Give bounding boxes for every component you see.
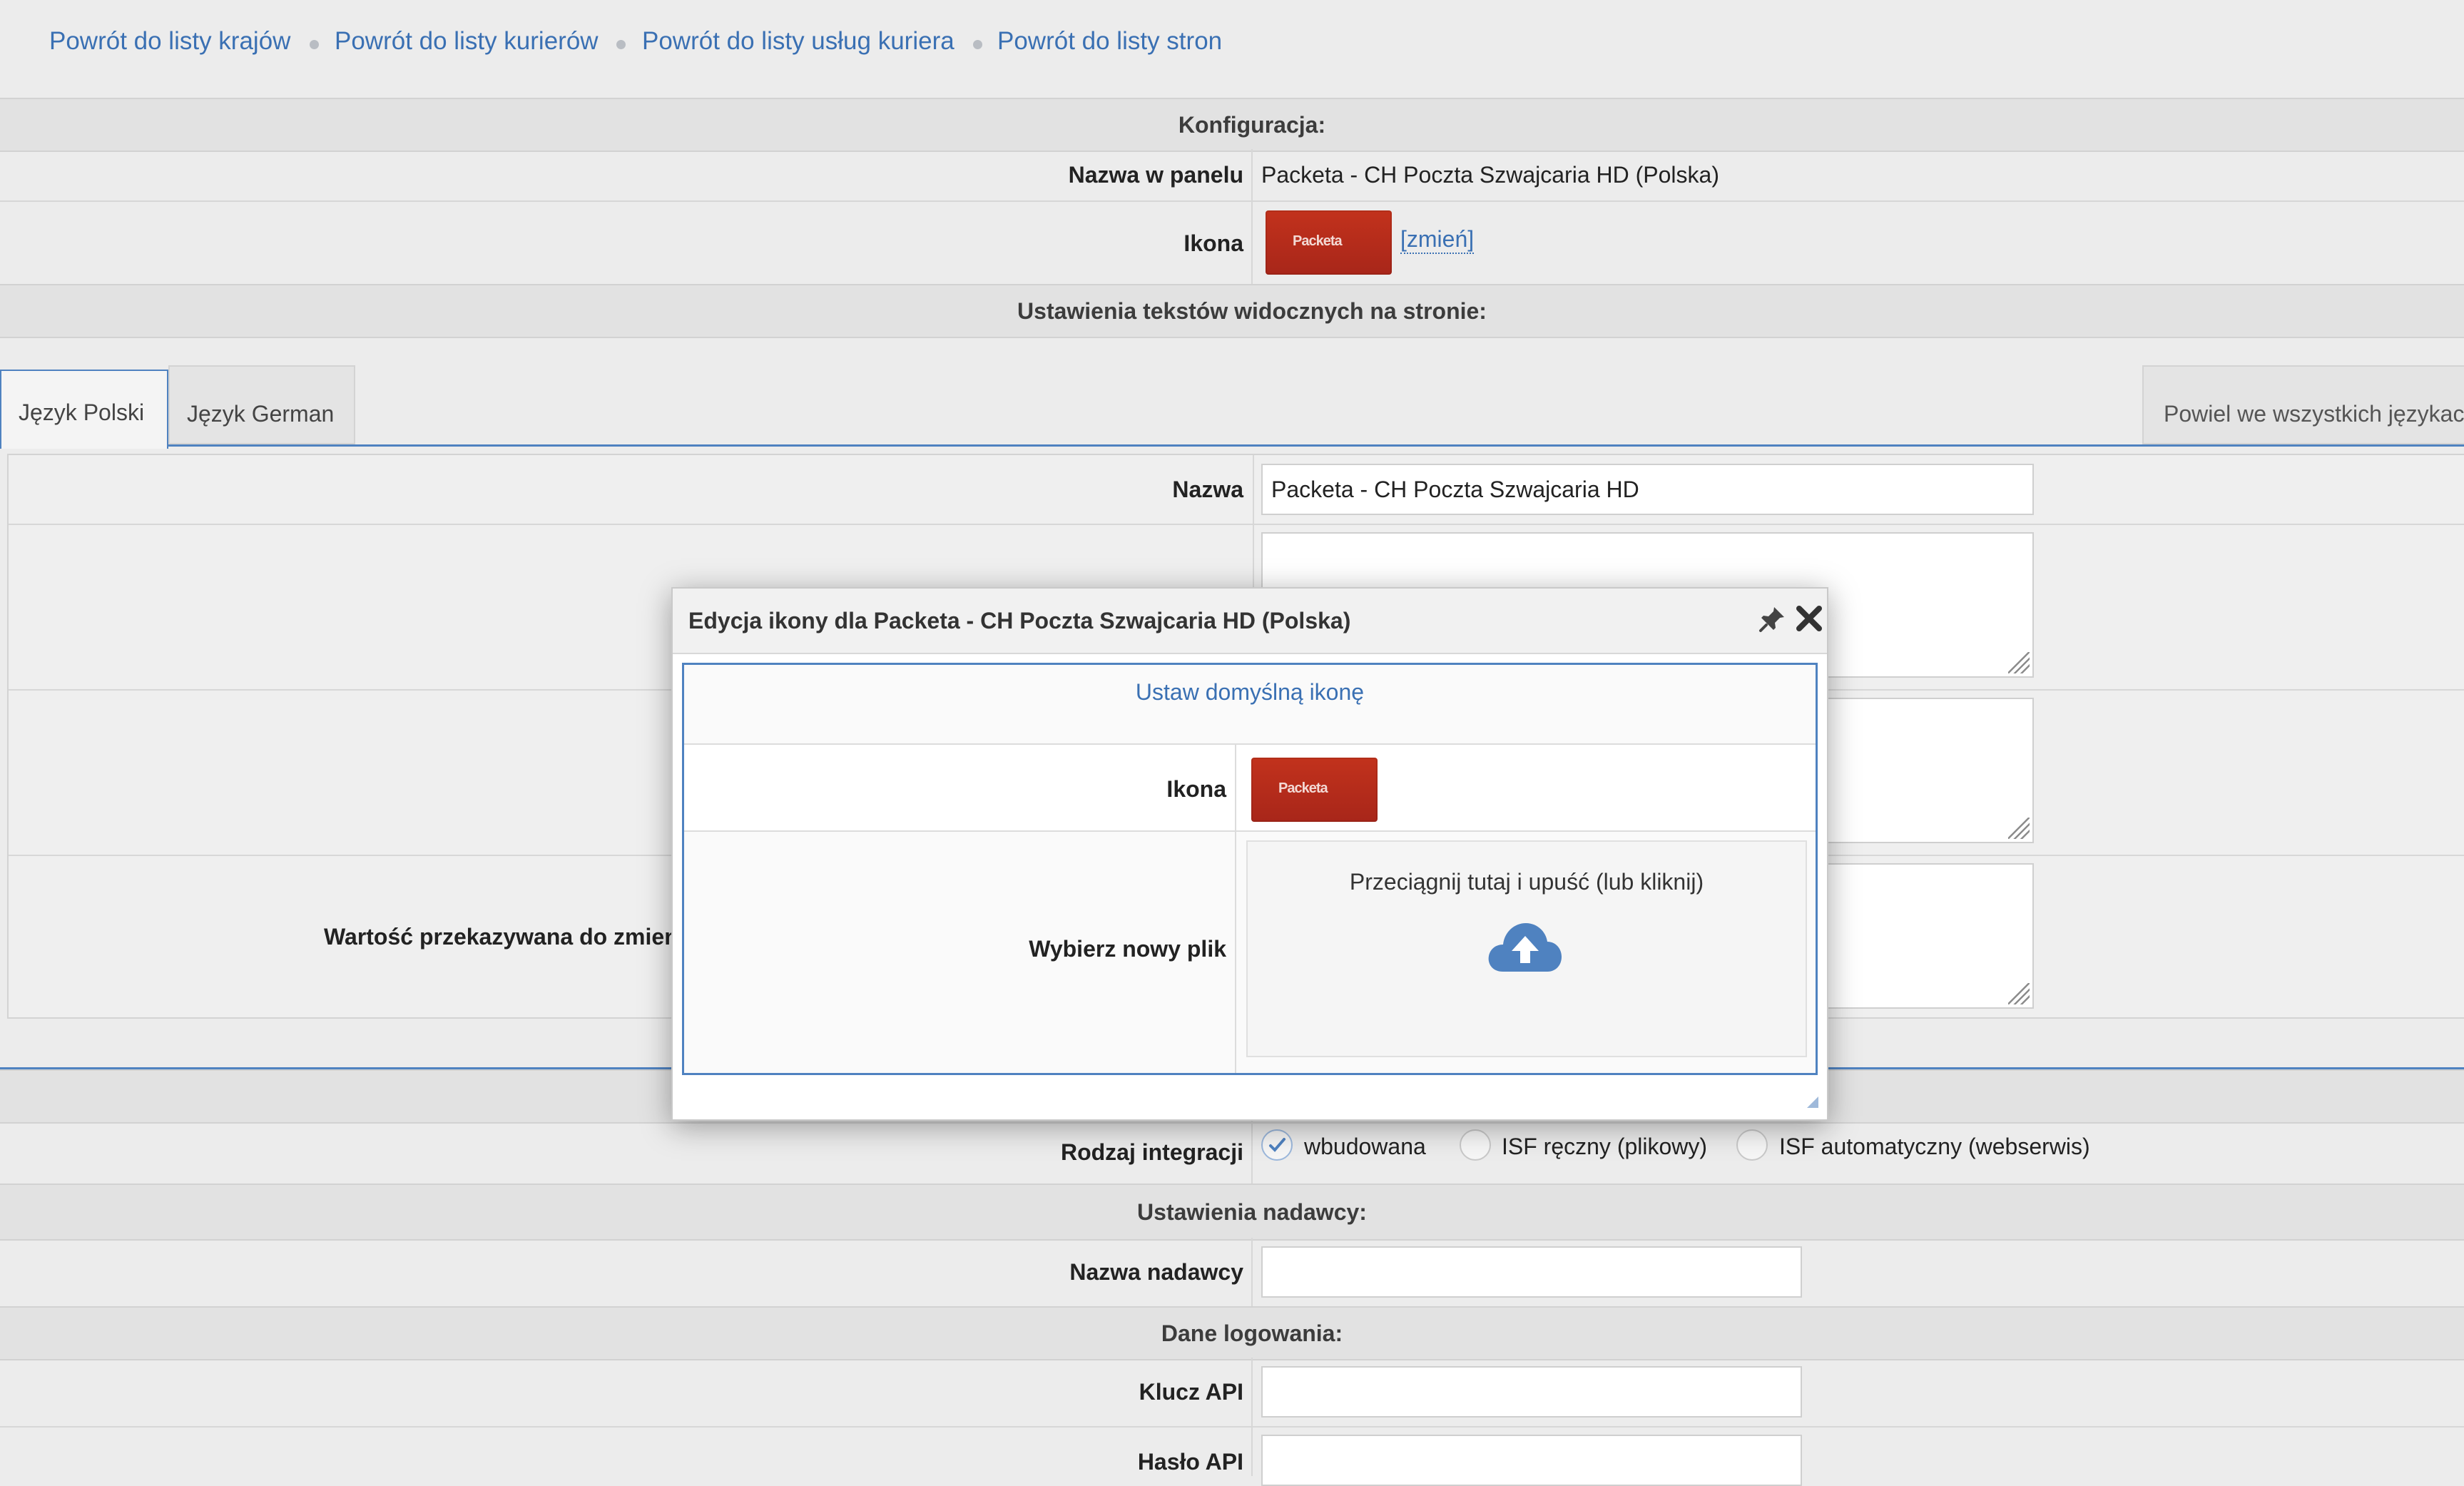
courier-logo-icon: Packeta — [1266, 210, 1392, 275]
breadcrumb-link-courier-services[interactable]: Powrót do listy usług kuriera — [642, 27, 954, 56]
breadcrumb-separator — [973, 40, 982, 49]
icon-label: Ikona — [1183, 230, 1243, 256]
integration-option-builtin[interactable]: wbudowana — [1304, 1134, 1426, 1160]
new-file-label: Wybierz nowy plik — [1029, 936, 1226, 962]
api-key-row: Klucz API — [0, 1358, 2464, 1428]
breadcrumb-separator — [616, 40, 626, 49]
file-drop-zone[interactable]: Przeciągnij tutaj i upuść (lub kliknij) — [1246, 840, 1807, 1057]
column-divider — [1251, 1426, 1253, 1476]
dialog-icon-label: Ikona — [1166, 776, 1226, 802]
dialog-header: Edycja ikony dla Packeta - CH Poczta Szw… — [673, 589, 1827, 654]
close-icon[interactable] — [1793, 603, 1825, 634]
panel-name-value: Packeta - CH Poczta Szwajcaria HD (Polsk… — [1261, 162, 1719, 188]
dialog-title: Edycja ikony dla Packeta - CH Poczta Szw… — [688, 608, 1351, 633]
column-divider — [1235, 832, 1236, 1073]
integration-radio-builtin[interactable] — [1261, 1129, 1293, 1161]
drop-zone-text: Przeciągnij tutaj i upuść (lub kliknij) — [1349, 869, 1704, 895]
edit-icon-dialog: Edycja ikony dla Packeta - CH Poczta Szw… — [671, 587, 1828, 1121]
api-password-input[interactable] — [1261, 1435, 1802, 1486]
sender-name-label: Nazwa nadawcy — [1069, 1259, 1243, 1285]
api-password-label: Hasło API — [1137, 1449, 1243, 1475]
set-default-icon-link[interactable]: Ustaw domyślną ikonę — [684, 679, 1816, 706]
resize-grip-icon[interactable] — [2008, 652, 2030, 673]
name-label: Nazwa — [1172, 477, 1243, 502]
integration-row: Rodzaj integracji wbudowana ISF ręczny (… — [0, 1121, 2464, 1185]
tab-german-label: Język German — [187, 401, 335, 427]
login-section-header: Dane logowania: — [0, 1306, 2464, 1360]
breadcrumb-link-couriers[interactable]: Powrót do listy kurierów — [335, 27, 599, 56]
column-divider — [1235, 745, 1236, 832]
integration-radio-isf-manual[interactable] — [1460, 1129, 1491, 1161]
cloud-upload-icon — [1488, 923, 1562, 972]
checkmark-icon — [1269, 1138, 1286, 1152]
config-section-header: Konfiguracja: — [0, 98, 2464, 152]
api-password-row: Hasło API — [0, 1426, 2464, 1486]
integration-label: Rodzaj integracji — [1060, 1139, 1243, 1165]
sender-section-header: Ustawienia nadawcy: — [0, 1184, 2464, 1241]
config-section-title: Konfiguracja: — [1178, 112, 1326, 138]
logo-text: Packeta — [1278, 780, 1328, 796]
breadcrumb-separator — [310, 40, 319, 49]
panel-name-label: Nazwa w panelu — [1068, 162, 1243, 188]
api-key-input[interactable] — [1261, 1366, 1802, 1418]
dialog-file-row: Wybierz nowy plik Przeciągnij tutaj i up… — [684, 832, 1816, 1073]
tab-polish[interactable]: Język Polski — [0, 370, 168, 449]
row-divider — [9, 524, 2464, 525]
api-key-label: Klucz API — [1139, 1379, 1243, 1405]
texts-section-header: Ustawienia tekstów widocznych na stronie… — [0, 284, 2464, 338]
column-divider — [1251, 200, 1253, 284]
sender-name-row: Nazwa nadawcy — [0, 1238, 2464, 1308]
integration-option-isf-manual[interactable]: ISF ręczny (plikowy) — [1502, 1134, 1707, 1160]
logo-text: Packeta — [1293, 233, 1343, 249]
set-default-row: Ustaw domyślną ikonę — [684, 665, 1816, 745]
pin-icon[interactable] — [1757, 603, 1788, 634]
panel-name-row: Nazwa w panelu Packeta - CH Poczta Szwaj… — [0, 149, 2464, 202]
sender-name-input[interactable] — [1261, 1246, 1802, 1298]
integration-option-isf-auto[interactable]: ISF automatyczny (webserwis) — [1779, 1134, 2090, 1160]
icon-row: Ikona Packeta [zmień] — [0, 200, 2464, 285]
column-divider — [1251, 149, 1253, 200]
integration-radio-isf-auto[interactable] — [1736, 1129, 1768, 1161]
dialog-body: Ustaw domyślną ikonę Ikona Packeta Wybie… — [682, 663, 1818, 1075]
resize-grip-icon[interactable] — [2008, 983, 2030, 1004]
tab-polish-label: Język Polski — [19, 400, 145, 425]
name-input[interactable]: Packeta - CH Poczta Szwajcaria HD — [1261, 464, 2034, 515]
copy-all-languages-button[interactable]: Powiel we wszystkich językach — [2142, 365, 2464, 444]
change-icon-link[interactable]: [zmień] — [1400, 226, 1475, 254]
column-divider — [1251, 1238, 1253, 1306]
texts-section-title: Ustawienia tekstów widocznych na stronie… — [1017, 298, 1487, 324]
dialog-resize-icon[interactable] — [1804, 1094, 1820, 1109]
tab-german[interactable]: Język German — [168, 365, 355, 444]
current-icon-preview: Packeta — [1251, 758, 1378, 822]
login-section-title: Dane logowania: — [1161, 1320, 1343, 1346]
resize-grip-icon[interactable] — [2008, 818, 2030, 839]
dialog-icon-row: Ikona Packeta — [684, 745, 1816, 832]
breadcrumb-link-countries[interactable]: Powrót do listy krajów — [49, 27, 290, 56]
passed-value-label: Wartość przekazywana do zmiennej — [324, 924, 711, 950]
column-divider — [1251, 1358, 1253, 1426]
breadcrumb-link-pages[interactable]: Powrót do listy stron — [997, 27, 1222, 56]
language-tabs: Język Polski Język German Powiel we wszy… — [0, 362, 2464, 449]
column-divider — [1251, 1121, 1253, 1184]
sender-section-title: Ustawienia nadawcy: — [1137, 1199, 1367, 1225]
copy-all-languages-label: Powiel we wszystkich językach — [2164, 401, 2464, 427]
